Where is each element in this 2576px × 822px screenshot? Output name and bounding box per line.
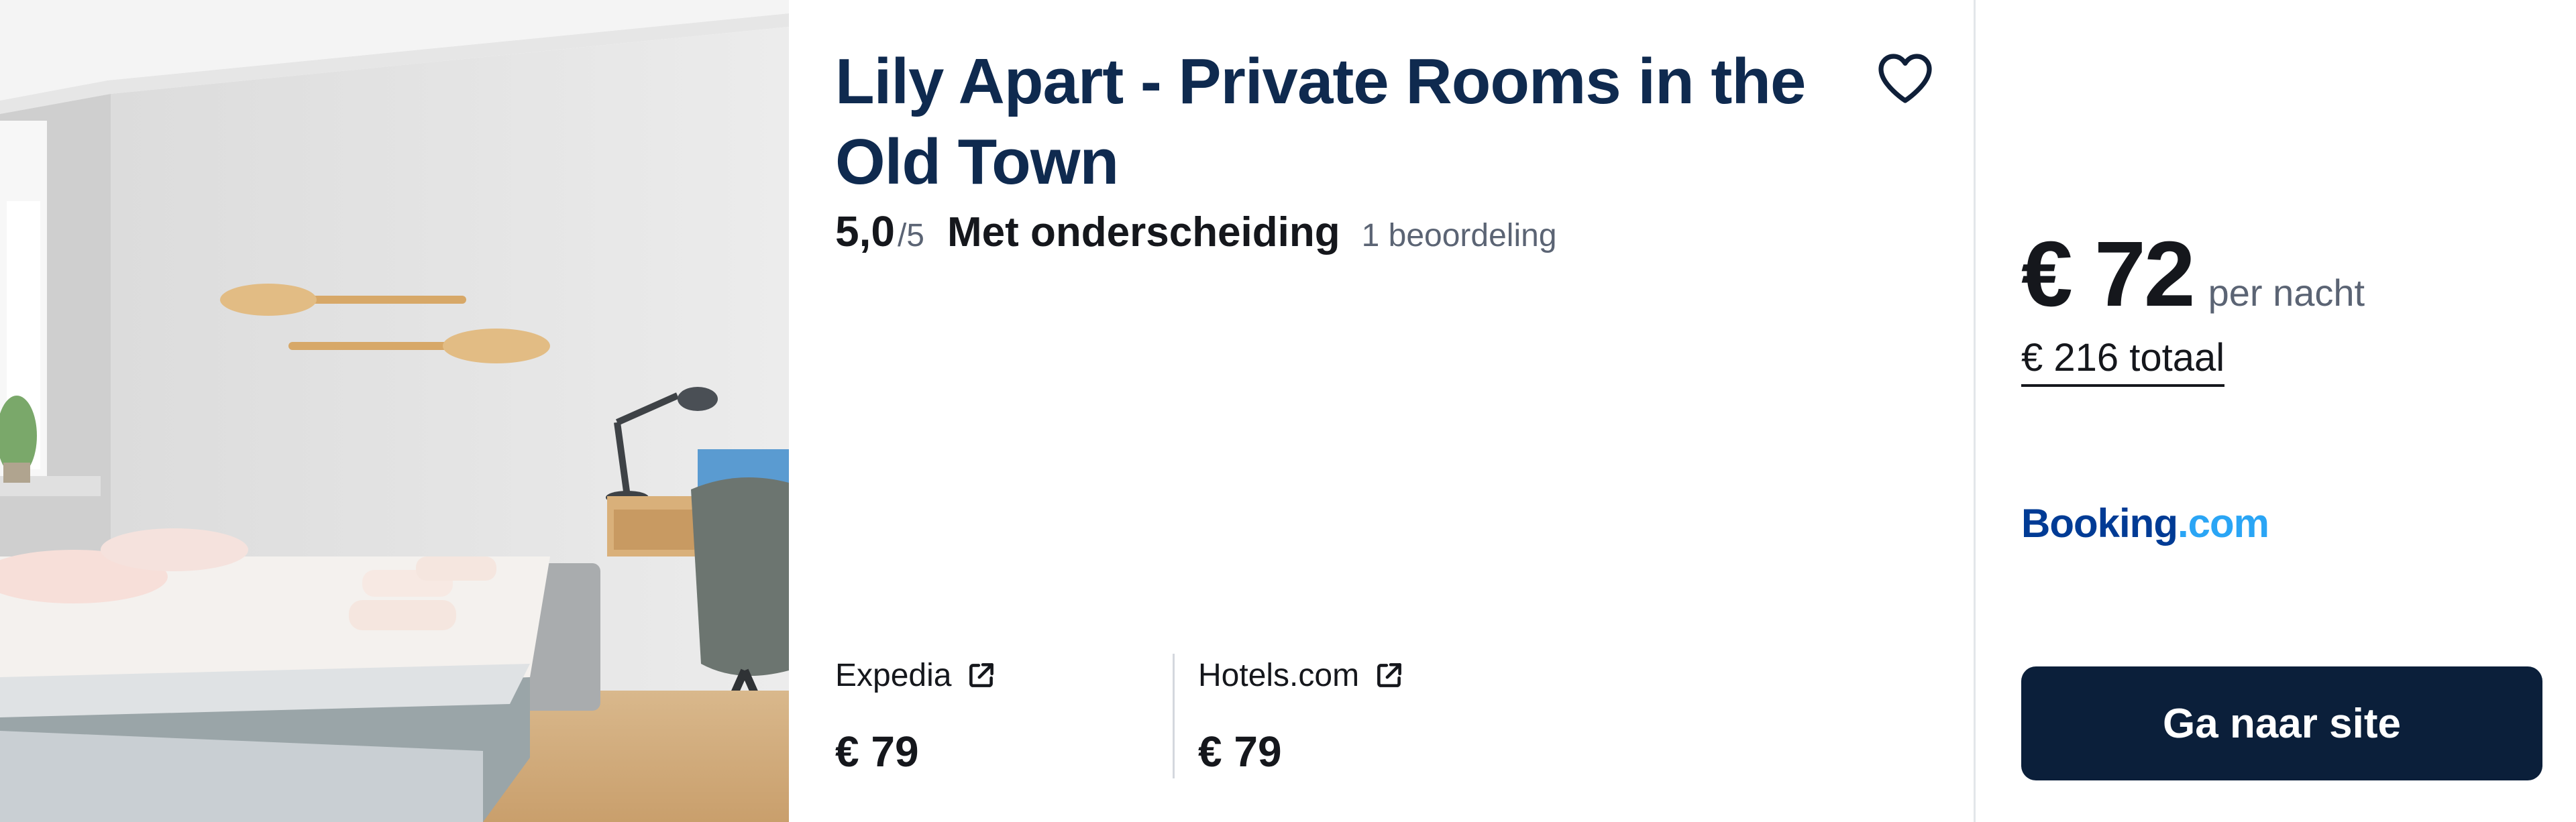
favorite-button[interactable] <box>1873 46 1937 110</box>
rating-score: 5,0 <box>835 207 895 255</box>
provider-hotels-com[interactable]: Hotels.com € 79 <box>1198 650 1406 776</box>
provider-name: Hotels.com <box>1198 657 1360 693</box>
provider-name: Expedia <box>835 657 952 693</box>
hotel-result-card: Lily Apart - Private Rooms in the Old To… <box>0 0 2576 822</box>
provider-link[interactable]: Expedia <box>835 650 998 700</box>
hotel-photo[interactable] <box>0 0 789 822</box>
provider-divider <box>1173 654 1175 778</box>
provider-link[interactable]: Hotels.com <box>1198 650 1406 700</box>
provider-price: € 79 <box>1198 727 1282 776</box>
review-count[interactable]: 1 beoordeling <box>1362 217 1557 254</box>
price-row: € 72 per nacht <box>2021 221 2365 328</box>
hotel-title[interactable]: Lily Apart - Private Rooms in the Old To… <box>835 42 1855 202</box>
provider-price: € 79 <box>835 727 919 776</box>
provider-expedia[interactable]: Expedia € 79 <box>835 650 998 776</box>
heart-icon <box>1878 54 1932 103</box>
rating-row: 5,0 /5 Met onderscheiding 1 beoordeling <box>835 207 1557 267</box>
rating-label: Met onderscheiding <box>947 209 1340 255</box>
brand-part-2: .com <box>2177 501 2269 546</box>
column-divider <box>1974 0 1976 822</box>
external-link-icon <box>965 658 998 692</box>
brand-part-1: Booking <box>2021 501 2178 546</box>
room-photo-illustration <box>0 0 789 822</box>
booking-com-logo: Booking.com <box>2021 500 2269 546</box>
external-link-icon <box>1373 658 1406 692</box>
nightly-price: € 72 <box>2021 223 2196 326</box>
price-unit: per nacht <box>2208 272 2365 314</box>
rating-max: /5 <box>897 218 924 253</box>
go-to-site-button[interactable]: Ga naar site <box>2021 666 2542 780</box>
total-price-link[interactable]: € 216 totaal <box>2021 335 2225 387</box>
